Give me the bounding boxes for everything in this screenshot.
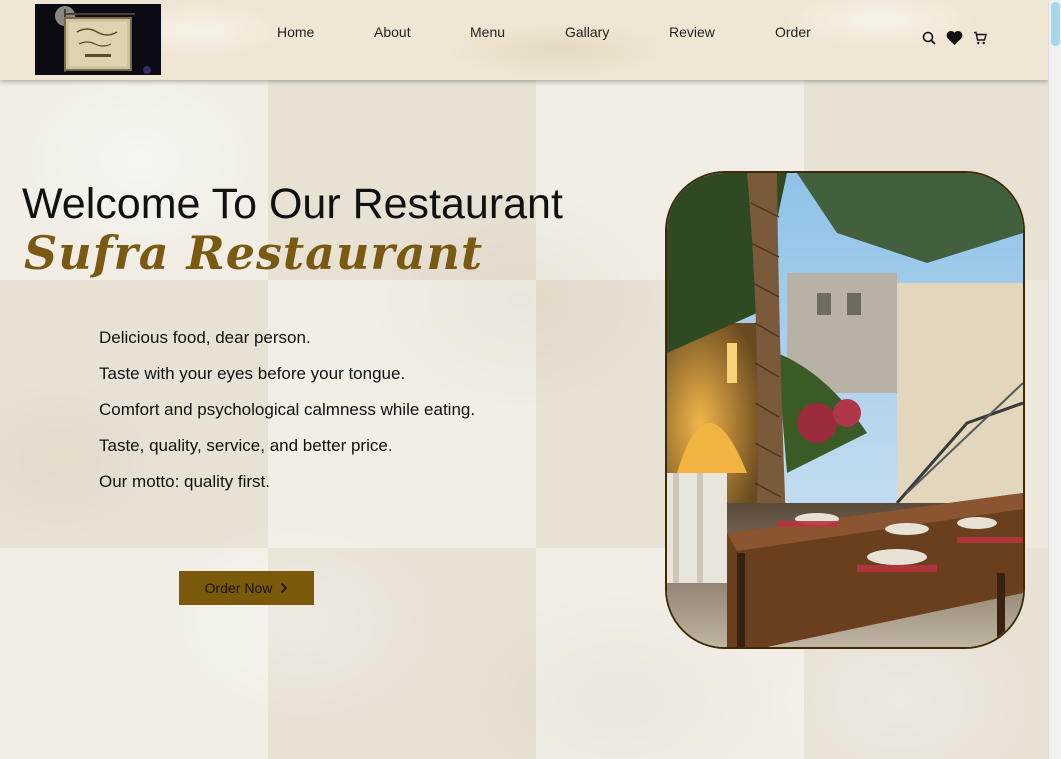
nav-menu[interactable]: Menu — [470, 24, 505, 40]
nav-order[interactable]: Order — [775, 24, 811, 40]
tagline-2: Taste with your eyes before your tongue. — [99, 364, 406, 383]
tagline-3: Comfort and psychological calmness while… — [99, 400, 476, 419]
page-scrollbar[interactable] — [1048, 0, 1061, 759]
hero-subtitle: Sufra Restaurant — [24, 226, 484, 280]
restaurant-photo — [665, 171, 1025, 649]
chevron-right-icon — [281, 582, 288, 594]
search-icon[interactable] — [922, 31, 936, 50]
restaurant-logo[interactable] — [35, 4, 161, 75]
heart-icon[interactable] — [946, 30, 963, 51]
scrollbar-thumb[interactable] — [1051, 2, 1060, 46]
hero-title: Welcome To Our Restaurant — [22, 180, 563, 228]
tagline-1: Delicious food, dear person. — [99, 328, 311, 347]
order-now-button[interactable]: Order Now — [179, 571, 314, 605]
tagline-4: Taste, quality, service, and better pric… — [99, 436, 393, 455]
nav-home[interactable]: Home — [277, 24, 314, 40]
nav-gallary[interactable]: Gallary — [565, 24, 609, 40]
cart-icon[interactable] — [973, 31, 987, 50]
site-header: Home About Menu Gallary Review Order — [0, 0, 1048, 80]
nav-about[interactable]: About — [374, 24, 411, 40]
nav-review[interactable]: Review — [669, 24, 715, 40]
tagline-5: Our motto: quality first. — [99, 472, 270, 491]
order-now-label: Order Now — [204, 580, 273, 596]
